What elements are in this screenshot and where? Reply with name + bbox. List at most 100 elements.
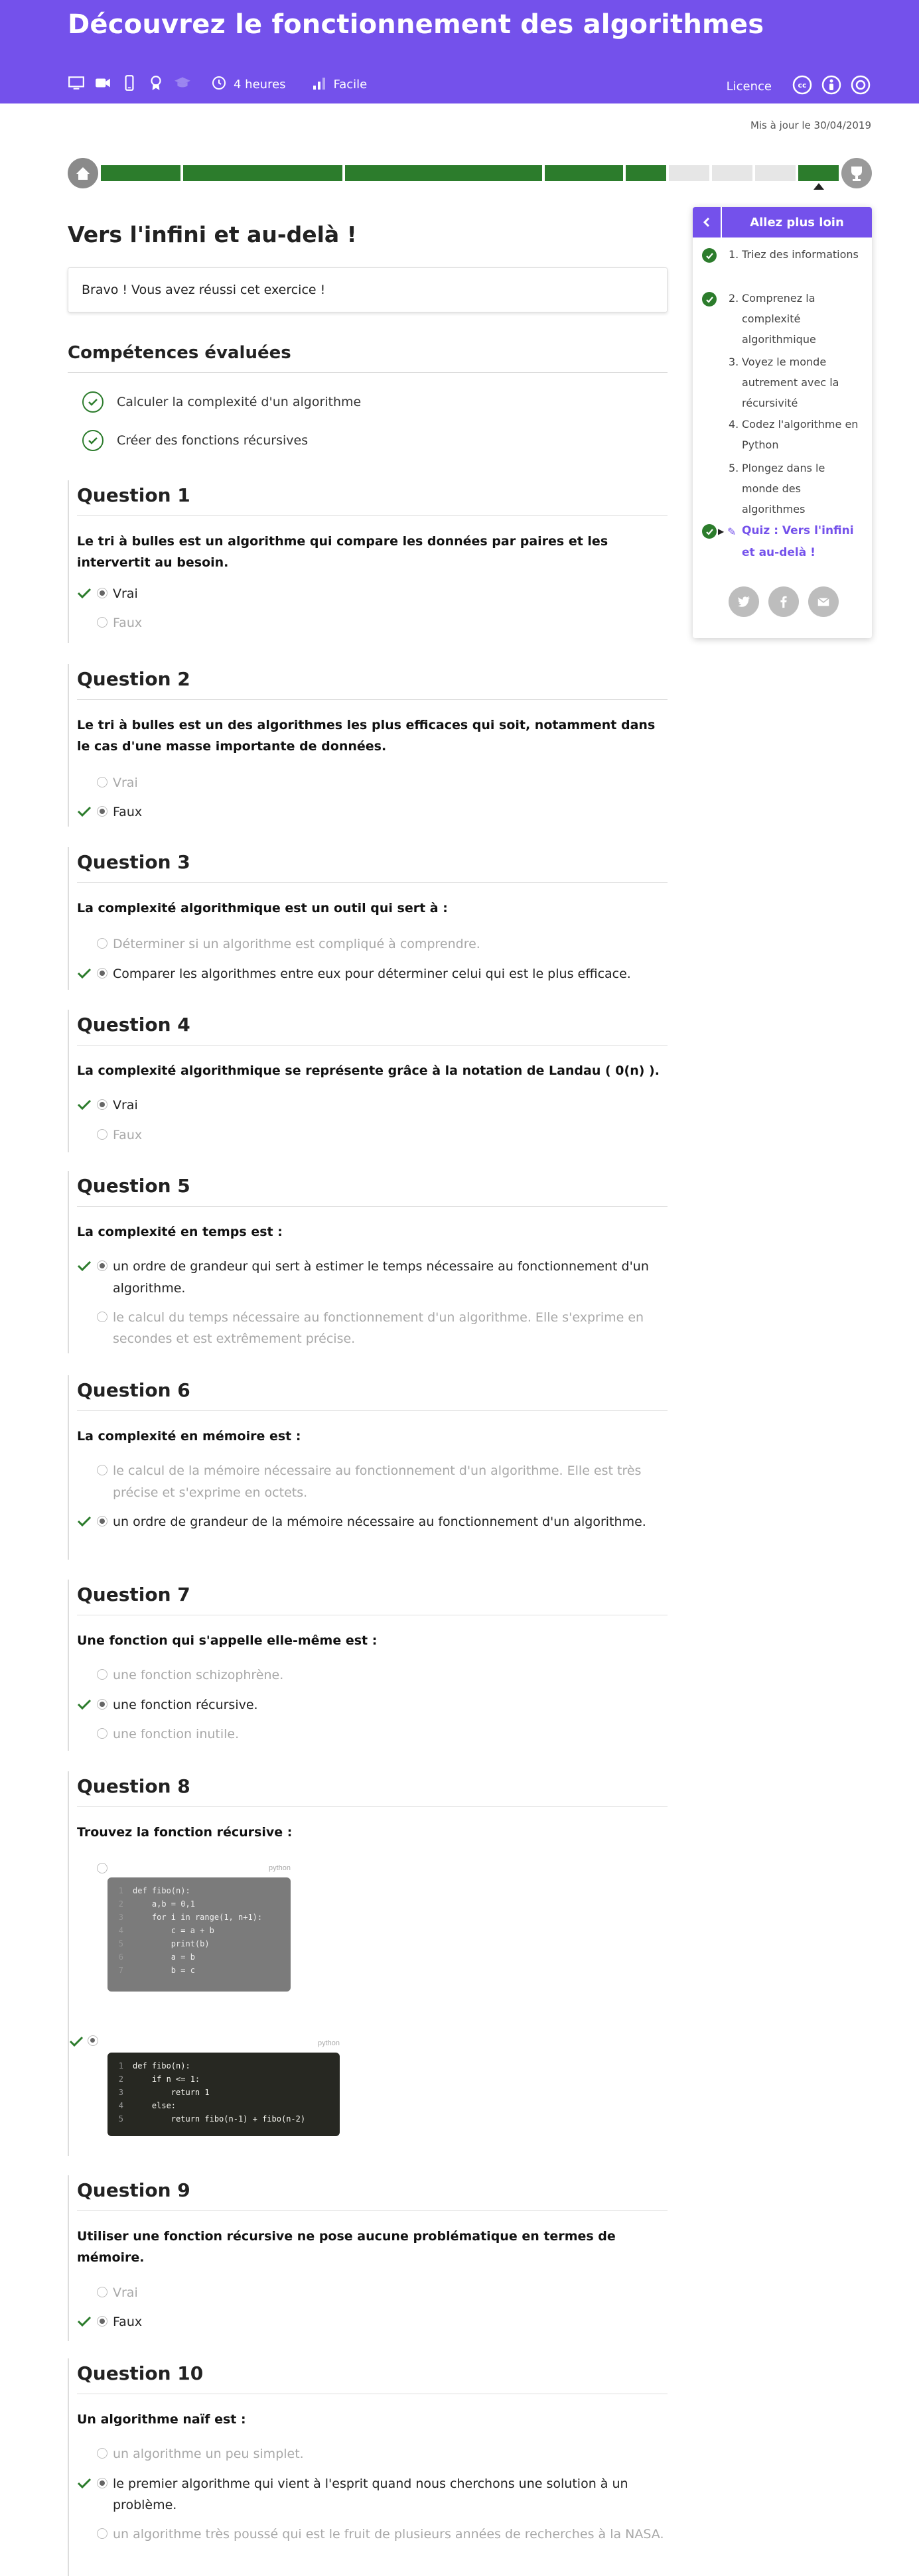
sidebar-chapter-2[interactable]: 2. Comprenez la complexité algorithmique [702,288,861,350]
answer-option[interactable]: Faux [77,2311,668,2333]
code-block-iterative: python 1 def fibo(n): 2 a,b = 0,1 3 for i i… [107,1864,291,1992]
code-line: 3 for i in range(1, n+1): [107,1911,291,1924]
sidebar-chapter-5[interactable]: 5. Plongez dans le monde des algorithmes [702,458,861,520]
go-further-sidebar: Allez plus loin 1. Triez des information… [693,207,872,638]
progress-segment[interactable] [626,165,667,181]
answer-option[interactable]: Faux [77,1124,668,1146]
radio-unselected[interactable] [97,2448,107,2459]
answer-option[interactable]: une fonction schizophrène. [77,1664,668,1686]
cc-icon[interactable]: cc [792,74,813,99]
mobile-icon [121,74,138,95]
radio-selected[interactable] [97,587,107,598]
radio-unselected[interactable] [97,616,107,628]
answer-label: le calcul de la mémoire nécessaire au fo… [113,1463,642,1500]
line-number: 6 [118,1952,123,1962]
question-7: Question 7 Une fonction qui s'appelle el… [68,1580,668,1751]
progress-segment[interactable] [101,165,180,181]
progress-segment[interactable] [345,165,543,181]
code-text: a = b [133,1952,195,1962]
sidebar-chapter-1[interactable]: 1. Triez des informations [702,244,861,265]
graduation-cap-icon [174,74,191,95]
question-title: Question 7 [77,1584,668,1615]
answer-option[interactable]: Vrai [77,1095,668,1116]
progress-segment[interactable] [183,165,342,181]
chapter-number: 3. [729,356,739,368]
answer-option[interactable]: le calcul de la mémoire nécessaire au fo… [77,1460,668,1503]
line-number: 1 [118,1886,123,1895]
check-circle-icon [82,391,104,413]
success-message: Bravo ! Vous avez réussi cet exercice ! [68,267,668,312]
radio-selected[interactable] [97,1515,107,1526]
question-text: Trouvez la fonction récursive : [77,1825,293,1840]
code-line: 4 c = a + b [107,1924,291,1937]
radio-selected[interactable] [88,2035,98,2046]
answer-option[interactable]: le calcul du temps nécessaire au fonctio… [77,1307,668,1350]
correct-check-icon [77,1261,92,1272]
correct-check-icon [77,806,92,817]
radio-selected[interactable] [97,1099,107,1111]
progress-segment[interactable] [755,165,796,181]
collapse-sidebar-button[interactable] [693,207,722,237]
radio-unselected[interactable] [97,1128,107,1140]
quiz-main: Vers l'infini et au-delà ! Bravo ! Vous … [68,212,668,451]
radio-selected[interactable] [97,805,107,817]
radio-selected[interactable] [97,967,107,979]
radio-selected[interactable] [97,1698,107,1710]
line-number: 7 [118,1966,123,1975]
licence-label[interactable]: Licence [727,80,772,94]
answer-option[interactable]: Déterminer si un algorithme est compliqu… [77,933,668,955]
question-2: Question 2 Le tri à bulles est un des al… [68,664,668,827]
radio-unselected[interactable] [97,938,107,949]
radio-selected[interactable] [97,2477,107,2488]
line-number: 2 [118,2074,123,2084]
radio-unselected[interactable] [97,1311,107,1322]
radio-unselected[interactable] [97,1863,107,1873]
code-text: if n <= 1: [151,2074,200,2084]
answer-option[interactable]: une fonction récursive. [77,1694,668,1716]
home-icon[interactable] [68,158,98,188]
answer-option[interactable]: le premier algorithme qui vient à l'espr… [77,2473,668,2516]
answer-option[interactable]: un ordre de grandeur qui sert à estimer … [77,1256,668,1299]
answer-option[interactable]: Comparer les algorithmes entre eux pour … [77,963,668,984]
twitter-icon[interactable] [729,586,759,617]
answer-option[interactable]: un ordre de grandeur de la mémoire néces… [77,1511,668,1532]
code-text: for i in range(1, n+1): [151,1913,263,1922]
question-10: Question 10 Un algorithme naïf est : un … [68,2358,668,2576]
answer-option[interactable]: Faux [77,801,668,823]
facebook-icon[interactable] [768,586,799,617]
radio-selected[interactable] [97,2315,107,2327]
radio-unselected[interactable] [97,2528,107,2540]
radio-unselected[interactable] [97,776,107,787]
sa-icon[interactable] [850,74,871,99]
progress-segment[interactable] [669,165,710,181]
answer-option[interactable]: Vrai [77,2282,668,2303]
answer-option[interactable]: un algorithme un peu simplet. [77,2443,668,2465]
success-text: Bravo ! Vous avez réussi cet exercice ! [82,283,326,297]
chapter-label: Comprenez la complexité algorithmique [742,292,816,346]
answer-option[interactable]: une fonction inutile. [77,1724,668,1745]
progress-segment[interactable] [545,165,624,181]
email-icon[interactable] [808,586,839,617]
progress-segment[interactable] [712,165,753,181]
radio-unselected[interactable] [97,2286,107,2297]
answer-option[interactable]: un algorithme très poussé qui est le fru… [77,2524,668,2545]
answer-label: un algorithme très poussé qui est le fru… [113,2527,664,2542]
certificate-icon [147,74,165,95]
radio-selected[interactable] [97,1260,107,1272]
sidebar-chapter-3[interactable]: 3. Voyez le monde autrement avec la récu… [702,352,861,414]
radio-unselected[interactable] [97,1728,107,1739]
answer-option[interactable]: Faux [77,612,668,634]
by-icon[interactable] [821,74,842,99]
radio-unselected[interactable] [97,1669,107,1680]
sidebar-chapter-4[interactable]: 4. Codez l'algorithme en Python [702,414,861,455]
radio-unselected[interactable] [97,1465,107,1476]
chapter-label: Triez des informations [742,248,859,261]
progress-segment[interactable] [798,165,839,181]
correct-check-icon [77,588,92,598]
answer-option[interactable]: Vrai [77,583,668,604]
sidebar-quiz-current[interactable]: ▶ ✎ Quiz : Vers l'infini et au-delà ! [702,520,861,564]
answer-option[interactable]: Vrai [77,772,668,793]
monitor-icon [68,74,85,95]
line-number: 3 [118,1913,123,1922]
trophy-icon[interactable] [841,158,872,188]
